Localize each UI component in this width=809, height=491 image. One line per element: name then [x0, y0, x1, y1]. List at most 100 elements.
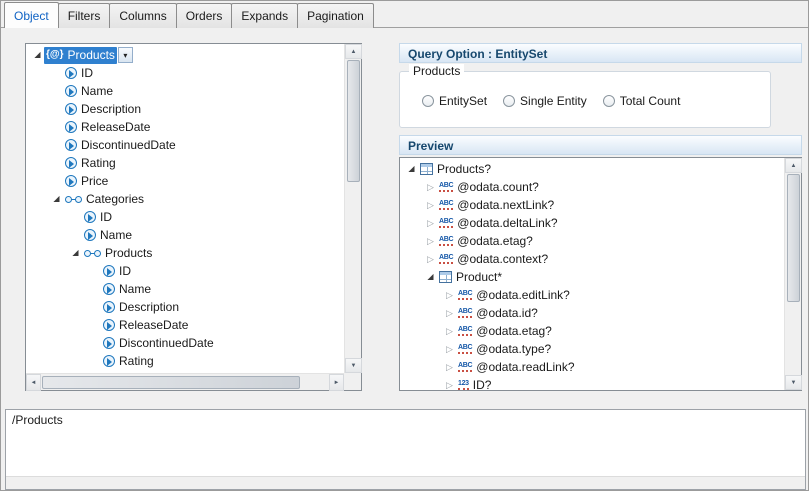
tree-item-products[interactable]: ◢Products? — [400, 160, 784, 178]
tree-item-odata-count[interactable]: ▷ABC@odata.count? — [400, 178, 784, 196]
tree-item-content[interactable]: ABC@odata.id? — [456, 305, 540, 322]
tree-item-content[interactable]: ABC@odata.type? — [456, 341, 553, 358]
expand-arrow-icon[interactable]: ▷ — [443, 286, 456, 304]
tree-item-content[interactable]: ABC@odata.etag? — [437, 233, 535, 250]
tree-item-content[interactable]: Name — [101, 281, 153, 298]
tree-item-content[interactable]: ABC@odata.editLink? — [456, 287, 572, 304]
expand-arrow-icon[interactable]: ▷ — [443, 340, 456, 358]
tree-item-name[interactable]: Name — [26, 226, 344, 244]
expand-arrow-icon[interactable]: ▷ — [424, 232, 437, 250]
scroll-down-icon[interactable]: ▼ — [345, 358, 362, 373]
radio-option-total-count[interactable]: Total Count — [603, 94, 681, 108]
tree-item-odata-readlink[interactable]: ▷ABC@odata.readLink? — [400, 358, 784, 376]
tree-item-content[interactable]: Description — [63, 101, 143, 118]
scroll-right-icon[interactable]: ► — [329, 374, 344, 391]
collapse-arrow-icon[interactable]: ◢ — [31, 46, 44, 64]
scrollbar-thumb[interactable] — [42, 376, 300, 389]
expand-arrow-icon[interactable]: ▷ — [443, 358, 456, 376]
tree-item-odata-context[interactable]: ▷ABC@odata.context? — [400, 250, 784, 268]
tree-item-name[interactable]: Name — [26, 280, 344, 298]
tree-item-product[interactable]: ◢Product* — [400, 268, 784, 286]
tree-item-content[interactable]: DiscontinuedDate — [63, 137, 178, 154]
expand-arrow-icon[interactable]: ▷ — [443, 376, 456, 390]
tab-pagination[interactable]: Pagination — [297, 3, 374, 28]
tree-item-content[interactable]: Products? — [418, 161, 493, 178]
tab-orders[interactable]: Orders — [176, 3, 233, 28]
dropdown-button[interactable]: ▾ — [118, 47, 133, 63]
tree-item-odata-nextlink[interactable]: ▷ABC@odata.nextLink? — [400, 196, 784, 214]
collapse-arrow-icon[interactable]: ◢ — [50, 190, 63, 208]
tree-item-products[interactable]: ◢{@}Products▾ — [26, 46, 344, 64]
tree-item-releasedate[interactable]: ReleaseDate — [26, 316, 344, 334]
radio-button-icon[interactable] — [503, 95, 515, 107]
scroll-left-icon[interactable]: ◄ — [26, 374, 41, 391]
tree-item-id[interactable]: ▷123ID? — [400, 376, 784, 390]
tree-item-releasedate[interactable]: ReleaseDate — [26, 118, 344, 136]
object-tree-horizontal-scrollbar[interactable]: ◄ ► — [26, 373, 344, 390]
scrollbar-thumb[interactable] — [347, 60, 360, 182]
expression-horizontal-scrollbar[interactable] — [6, 476, 805, 489]
tree-item-id[interactable]: ID — [26, 262, 344, 280]
tree-item-content[interactable]: DiscontinuedDate — [101, 335, 216, 352]
tree-item-content[interactable]: Rating — [63, 155, 118, 172]
tree-item-discontinueddate[interactable]: DiscontinuedDate — [26, 334, 344, 352]
radio-button-icon[interactable] — [603, 95, 615, 107]
tree-item-id[interactable]: ID — [26, 208, 344, 226]
tree-item-content[interactable]: Product* — [437, 269, 504, 286]
tab-columns[interactable]: Columns — [109, 3, 176, 28]
tree-item-odata-id[interactable]: ▷ABC@odata.id? — [400, 304, 784, 322]
tree-item-categories[interactable]: ◢Categories — [26, 190, 344, 208]
tree-item-products[interactable]: ◢Products — [26, 244, 344, 262]
preview-vertical-scrollbar[interactable]: ▲ ▼ — [784, 158, 801, 390]
tree-item-content[interactable]: Products — [82, 245, 154, 262]
tree-item-description[interactable]: Description — [26, 298, 344, 316]
tree-item-content[interactable]: ID — [82, 209, 114, 226]
tab-expands[interactable]: Expands — [231, 3, 298, 28]
tree-item-content[interactable]: Categories — [63, 191, 146, 208]
radio-button-icon[interactable] — [422, 95, 434, 107]
tree-item-id[interactable]: ID — [26, 64, 344, 82]
tree-item-odata-etag[interactable]: ▷ABC@odata.etag? — [400, 322, 784, 340]
tree-item-content[interactable]: {@}Products — [44, 47, 117, 64]
scroll-up-icon[interactable]: ▲ — [785, 158, 802, 173]
expand-arrow-icon[interactable]: ▷ — [424, 214, 437, 232]
tree-item-content[interactable]: ID — [63, 65, 95, 82]
expand-arrow-icon[interactable]: ▷ — [424, 250, 437, 268]
tree-item-content[interactable]: ABC@odata.context? — [437, 251, 550, 268]
scrollbar-thumb[interactable] — [787, 174, 800, 302]
tree-item-content[interactable]: Name — [63, 83, 115, 100]
tree-item-price[interactable]: Price — [26, 172, 344, 190]
collapse-arrow-icon[interactable]: ◢ — [424, 268, 437, 286]
tree-item-odata-type[interactable]: ▷ABC@odata.type? — [400, 340, 784, 358]
radio-option-entityset[interactable]: EntitySet — [422, 94, 487, 108]
tree-item-content[interactable]: ReleaseDate — [63, 119, 152, 136]
tree-item-content[interactable]: ABC@odata.readLink? — [456, 359, 577, 376]
tree-item-description[interactable]: Description — [26, 100, 344, 118]
expand-arrow-icon[interactable]: ▷ — [424, 196, 437, 214]
tree-item-content[interactable]: Description — [101, 299, 181, 316]
tree-item-content[interactable]: ABC@odata.deltaLink? — [437, 215, 560, 232]
tree-item-content[interactable]: ABC@odata.nextLink? — [437, 197, 556, 214]
tree-item-rating[interactable]: Rating — [26, 154, 344, 172]
tree-item-discontinueddate[interactable]: DiscontinuedDate — [26, 136, 344, 154]
tree-item-content[interactable]: Price — [63, 173, 110, 190]
tree-item-name[interactable]: Name — [26, 82, 344, 100]
tree-item-odata-etag[interactable]: ▷ABC@odata.etag? — [400, 232, 784, 250]
expand-arrow-icon[interactable]: ▷ — [443, 322, 456, 340]
tree-item-content[interactable]: ABC@odata.count? — [437, 179, 541, 196]
tab-object[interactable]: Object — [4, 2, 59, 28]
tree-item-content[interactable]: ReleaseDate — [101, 317, 190, 334]
tree-item-content[interactable]: ABC@odata.etag? — [456, 323, 554, 340]
tree-item-content[interactable]: Rating — [101, 353, 156, 370]
object-tree-vertical-scrollbar[interactable]: ▲ ▼ — [344, 44, 361, 373]
tree-item-content[interactable]: Name — [82, 227, 134, 244]
scroll-up-icon[interactable]: ▲ — [345, 44, 362, 59]
expand-arrow-icon[interactable]: ▷ — [443, 304, 456, 322]
expression-input[interactable]: /Products — [5, 409, 806, 490]
expand-arrow-icon[interactable]: ▷ — [424, 178, 437, 196]
collapse-arrow-icon[interactable]: ◢ — [69, 244, 82, 262]
scroll-down-icon[interactable]: ▼ — [785, 375, 802, 390]
collapse-arrow-icon[interactable]: ◢ — [405, 160, 418, 178]
radio-option-single-entity[interactable]: Single Entity — [503, 94, 587, 108]
tree-item-content[interactable]: ID — [101, 263, 133, 280]
